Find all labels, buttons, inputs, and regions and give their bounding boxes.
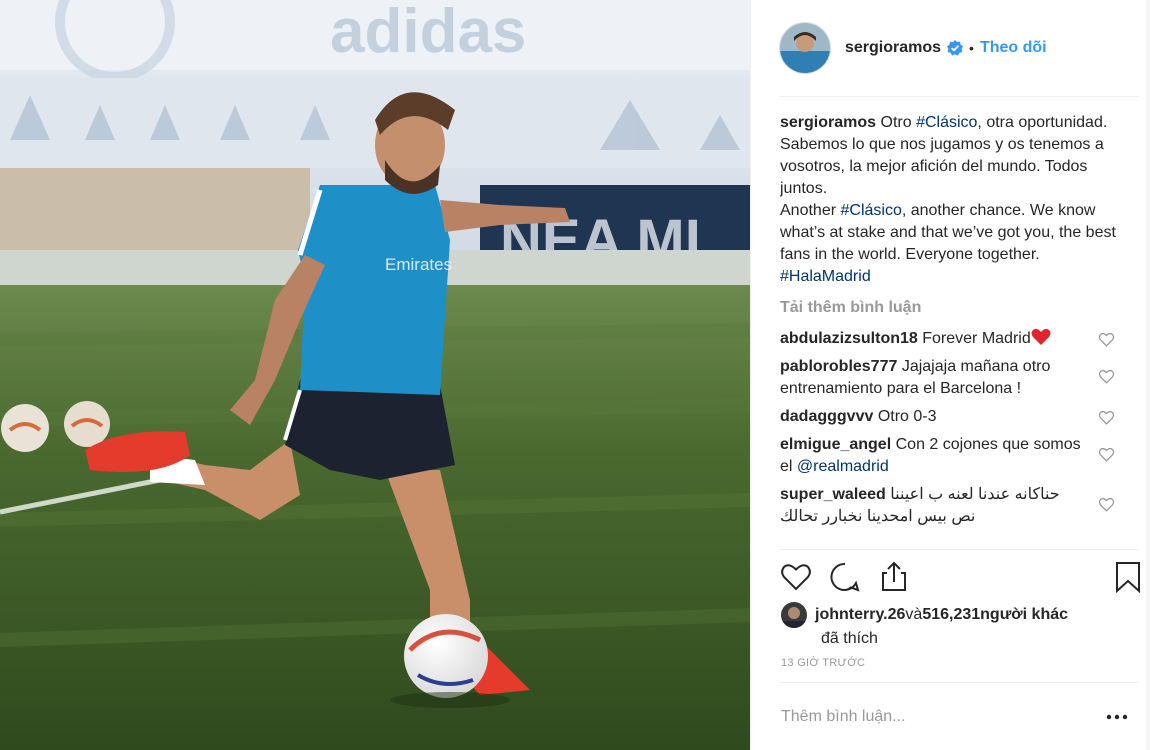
comment-username[interactable]: dadagggvvv bbox=[780, 408, 873, 425]
caption-username[interactable]: sergioramos bbox=[780, 114, 876, 131]
comment-item: abdulazizsulton18 Forever Madrid bbox=[780, 328, 1125, 350]
post-header: sergioramos • Theo dõi bbox=[779, 22, 1139, 74]
page-scrollbar[interactable] bbox=[1146, 0, 1150, 750]
post-sidebar: sergioramos • Theo dõi sergioramos Otro … bbox=[750, 0, 1150, 750]
author-avatar[interactable] bbox=[779, 22, 831, 74]
comment-item: super_waleed حناكانه عندنا لعنه ب اعيننا… bbox=[780, 484, 1125, 528]
load-more-comments-button[interactable]: Tải thêm bình luận bbox=[780, 296, 1125, 320]
liker-username[interactable]: johnterry.26 bbox=[815, 604, 905, 626]
bookmark-icon[interactable] bbox=[1111, 560, 1145, 594]
add-comment-bar bbox=[779, 682, 1139, 750]
comment-like-heart-icon[interactable] bbox=[1098, 409, 1115, 426]
header-divider bbox=[779, 96, 1139, 97]
comment-username[interactable]: abdulazizsulton18 bbox=[780, 330, 918, 347]
header-separator: • bbox=[969, 40, 974, 56]
photo-banner-text: adidas bbox=[330, 0, 526, 66]
red-heart-emoji-icon bbox=[1031, 328, 1051, 345]
likes-connector: và bbox=[905, 606, 923, 623]
likes-summary: johnterry.26 và 516,231 người khác đã th… bbox=[781, 602, 1131, 650]
likes-suffix[interactable]: người khác bbox=[980, 604, 1068, 626]
svg-text:Emirates: Emirates bbox=[385, 255, 452, 274]
comments-list[interactable]: sergioramos Otro #Clásico, otra oportuni… bbox=[780, 112, 1125, 548]
comment-item: dadagggvvv Otro 0-3 bbox=[780, 406, 1125, 428]
comment-username[interactable]: pablorobles777 bbox=[780, 358, 897, 375]
caption-text-1a: Otro bbox=[880, 114, 917, 131]
like-heart-icon[interactable] bbox=[779, 560, 813, 594]
hashtag-clasico-2[interactable]: #Clásico bbox=[840, 202, 901, 219]
mention-realmadrid[interactable]: @realmadrid bbox=[797, 458, 889, 475]
author-username[interactable]: sergioramos bbox=[845, 39, 941, 57]
likes-count[interactable]: 516,231 bbox=[922, 604, 980, 626]
post-caption: sergioramos Otro #Clásico, otra oportuni… bbox=[780, 112, 1125, 288]
comment-like-heart-icon[interactable] bbox=[1098, 496, 1115, 513]
comment-item: elmigue_angel Con 2 cojones que somos el… bbox=[780, 434, 1125, 478]
caption-text-2a: Another bbox=[780, 202, 841, 219]
post-timestamp[interactable]: 13 giờ trước bbox=[781, 657, 865, 669]
comment-like-heart-icon[interactable] bbox=[1098, 331, 1115, 348]
comment-username[interactable]: elmigue_angel bbox=[780, 436, 891, 453]
share-upload-icon[interactable] bbox=[877, 560, 911, 594]
comments-divider bbox=[779, 549, 1139, 550]
avatar-image bbox=[780, 23, 830, 73]
post-photo[interactable]: adidas NEA MI Emirates bbox=[0, 0, 750, 750]
follow-button[interactable]: Theo dõi bbox=[980, 39, 1047, 57]
comment-item: pablorobles777 Jajajaja mañana otro entr… bbox=[780, 356, 1125, 400]
liker-avatar[interactable] bbox=[781, 602, 807, 628]
comment-text: Forever Madrid bbox=[922, 330, 1031, 347]
post-actions bbox=[779, 558, 1140, 598]
comment-text: Otro 0-3 bbox=[877, 408, 937, 425]
add-comment-input[interactable] bbox=[781, 703, 1081, 731]
post-photo-image: adidas NEA MI Emirates bbox=[0, 0, 750, 750]
verified-badge-icon bbox=[947, 40, 964, 56]
comment-like-heart-icon[interactable] bbox=[1098, 368, 1115, 385]
likes-line-2: đã thích bbox=[821, 630, 878, 647]
comment-bubble-icon[interactable] bbox=[828, 560, 862, 594]
comment-like-heart-icon[interactable] bbox=[1098, 446, 1115, 463]
comment-username[interactable]: super_waleed bbox=[780, 486, 886, 503]
hashtag-halamadrid[interactable]: #HalaMadrid bbox=[780, 268, 871, 285]
hashtag-clasico[interactable]: #Clásico bbox=[916, 114, 977, 131]
ellipsis-icon[interactable] bbox=[1105, 707, 1129, 727]
